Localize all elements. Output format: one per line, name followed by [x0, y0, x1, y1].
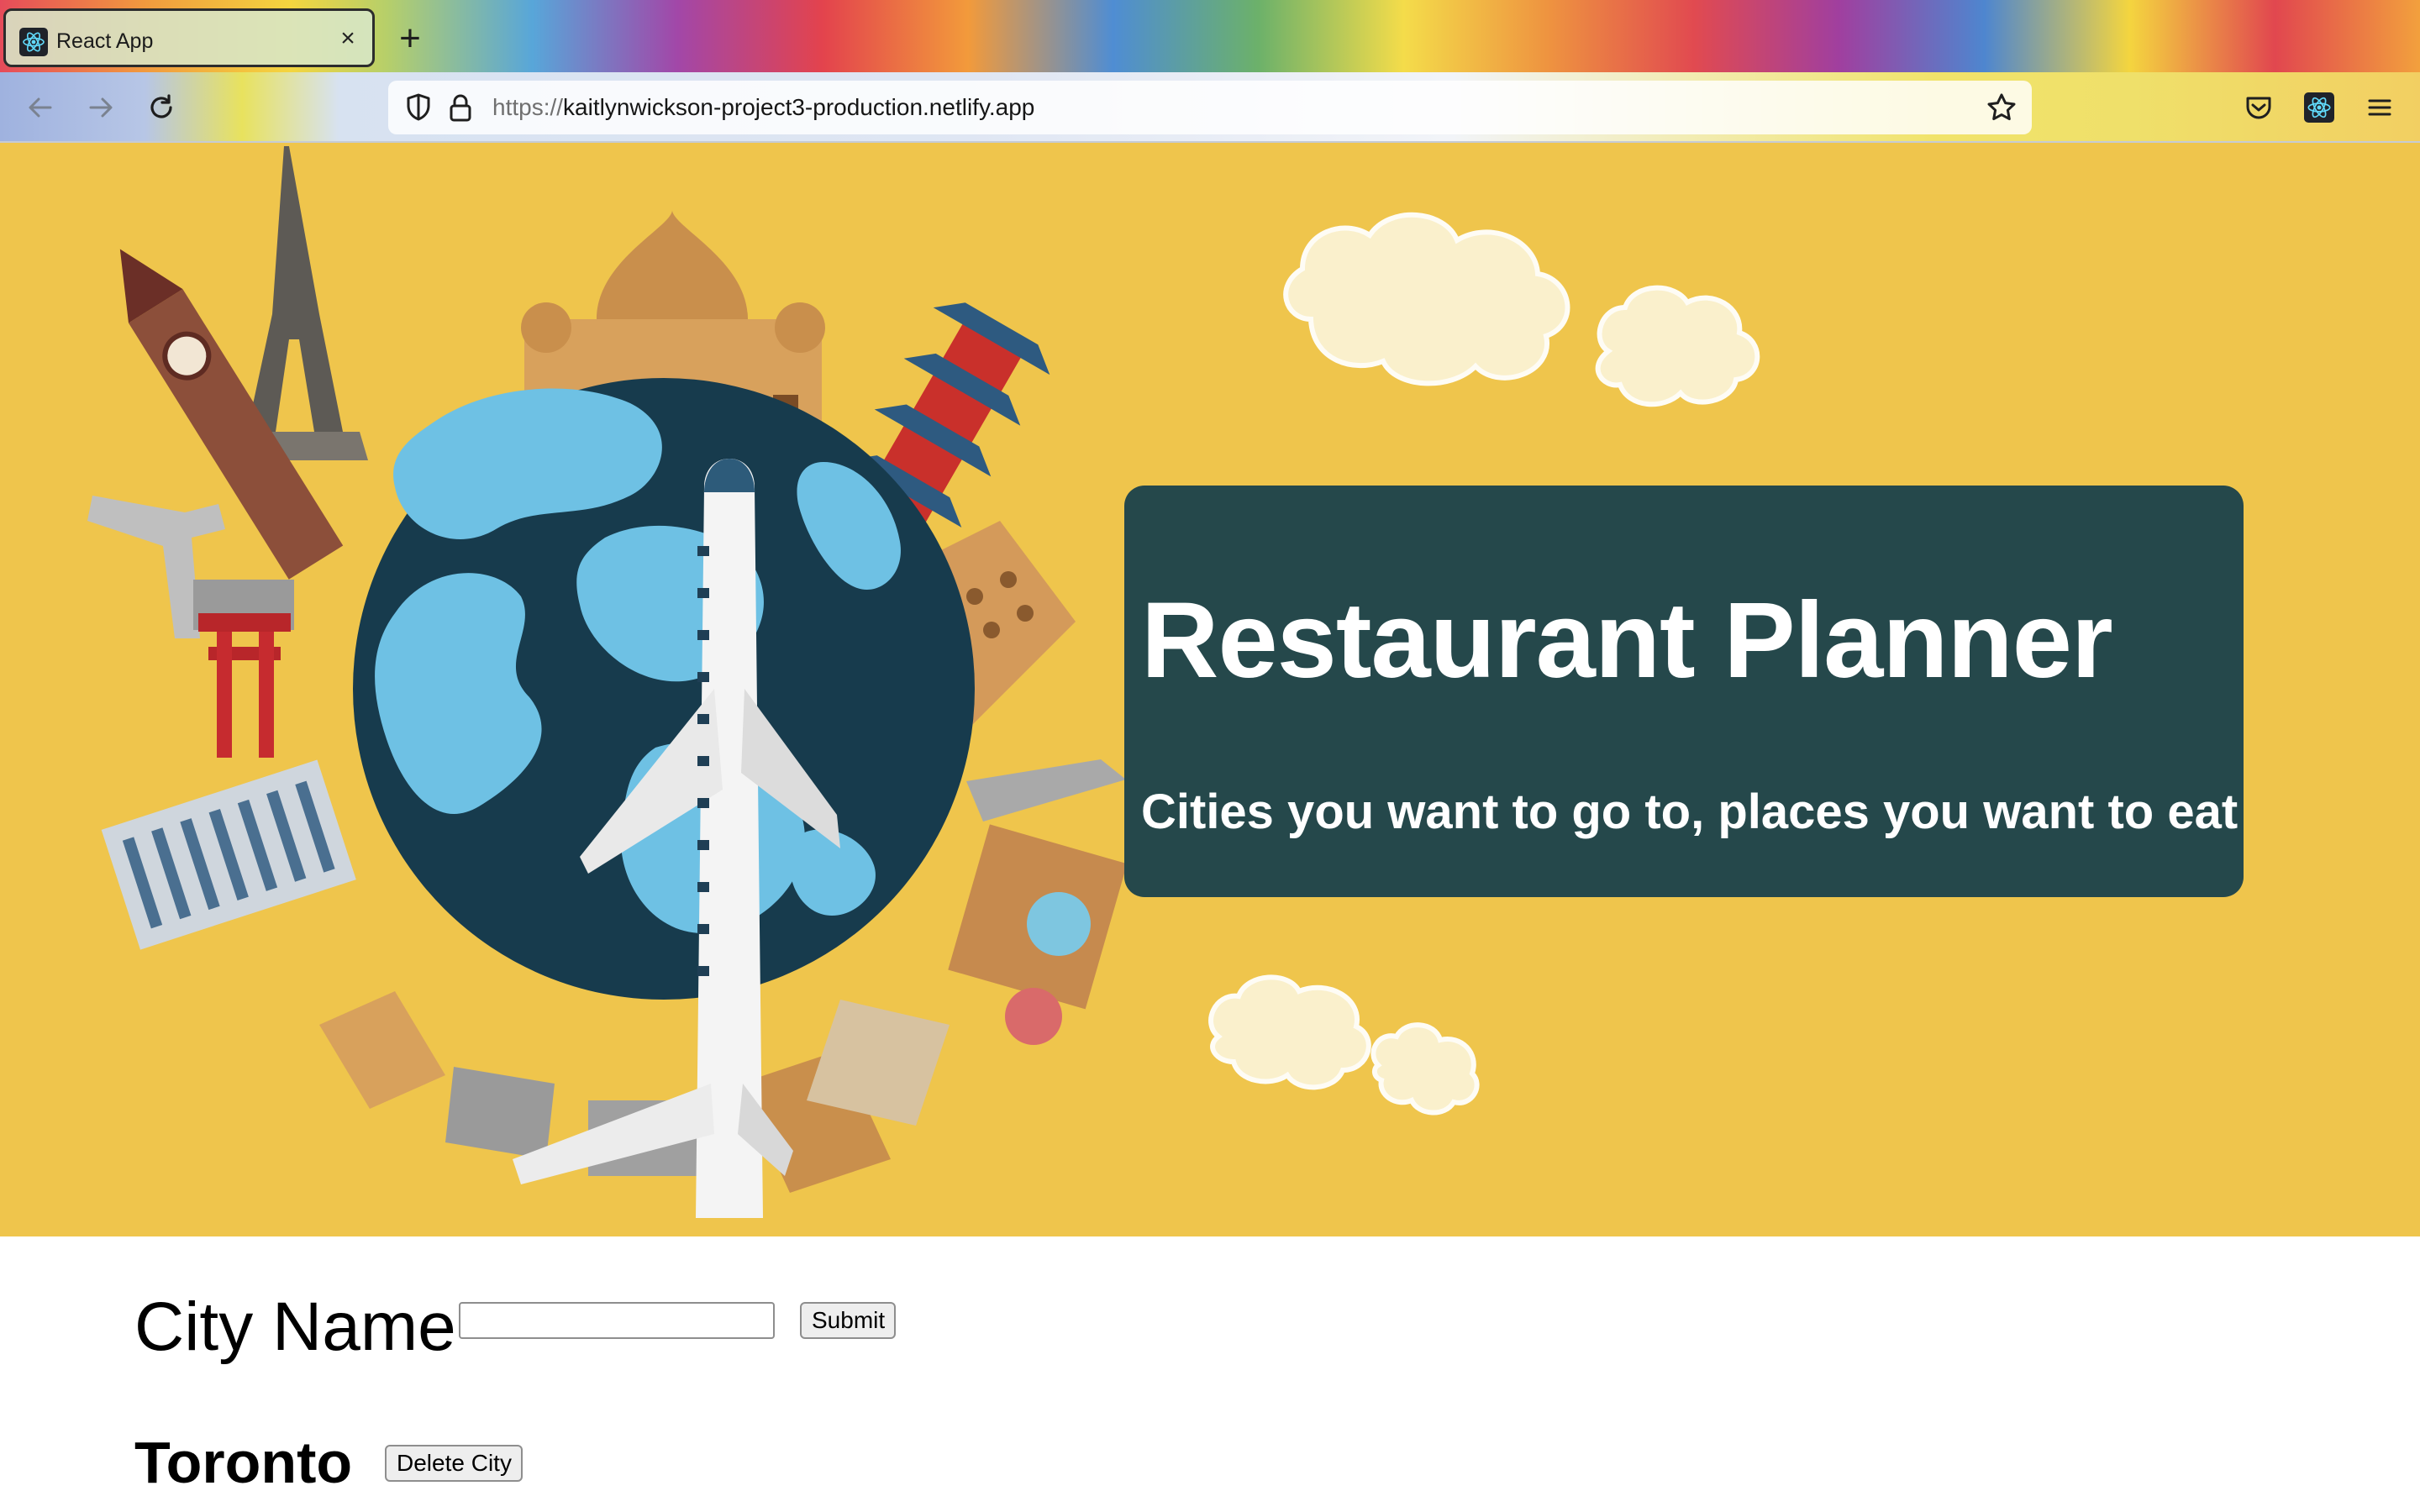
kremlin-icon — [948, 824, 1128, 1045]
submit-button[interactable]: Submit — [800, 1302, 896, 1339]
shield-icon[interactable] — [402, 91, 435, 124]
close-tab-icon[interactable]: × — [334, 24, 362, 53]
browser-tab[interactable]: React App × — [3, 8, 375, 67]
page-title: Restaurant Planner — [1141, 580, 2113, 701]
forward-icon — [89, 97, 113, 118]
url-protocol: https:// — [492, 94, 564, 120]
arch-landmarks-icon — [319, 991, 950, 1193]
lock-icon[interactable] — [444, 91, 477, 124]
city-heading: Toronto — [134, 1430, 353, 1495]
tab-title: React App — [56, 29, 154, 53]
app-menu-button[interactable] — [2361, 89, 2398, 126]
forward-button[interactable] — [81, 87, 121, 128]
page-subtitle: Cities you want to go to, places you wan… — [1141, 785, 2238, 839]
bookmark-star-icon[interactable] — [1985, 91, 2018, 124]
pocket-icon — [2246, 97, 2271, 119]
react-devtools-icon — [2304, 92, 2334, 123]
react-favicon-icon — [19, 28, 48, 56]
city-name-input[interactable] — [459, 1302, 775, 1339]
reload-icon — [150, 94, 172, 118]
statue-liberty-icon — [966, 759, 1126, 822]
leaning-tower-icon — [101, 759, 356, 950]
eiffel-tower-icon — [247, 146, 368, 460]
delete-city-button[interactable]: Delete City — [385, 1445, 523, 1482]
hero-banner: Restaurant Planner Cities you want to go… — [0, 143, 2420, 1236]
reload-button[interactable] — [141, 87, 182, 128]
url-bar[interactable]: https://kaitlynwickson-project3-producti… — [388, 81, 2032, 134]
torii-gate-icon — [198, 613, 291, 758]
city-name-label: City Name — [134, 1289, 456, 1365]
pocket-button[interactable] — [2240, 89, 2277, 126]
back-button[interactable] — [20, 87, 60, 128]
back-icon — [29, 97, 52, 118]
new-tab-button[interactable]: + — [392, 20, 429, 57]
url-host: kaitlynwickson-project3-production.netli… — [563, 94, 1035, 120]
react-devtools-button[interactable] — [2301, 89, 2338, 126]
menu-icon — [2368, 99, 2391, 116]
url-text[interactable]: https://kaitlynwickson-project3-producti… — [492, 93, 1034, 122]
title-card: Restaurant Planner Cities you want to go… — [1124, 486, 2244, 897]
